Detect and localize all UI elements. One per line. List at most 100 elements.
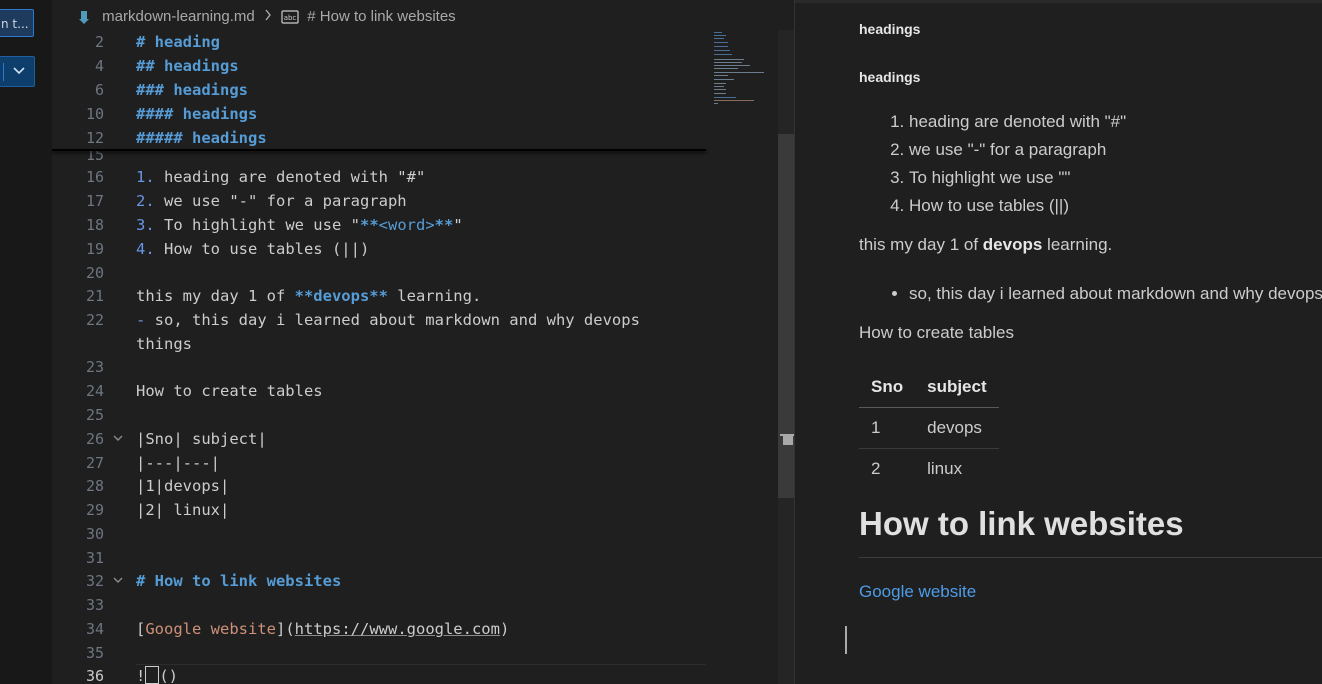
preview-link[interactable]: Google website [859,582,976,602]
list-item: so, this day i learned about markdown an… [909,281,1322,307]
code-line[interactable]: 28 |1|devops| [52,474,706,498]
chevron-down-icon [13,67,25,75]
line-number: 32 [85,572,104,590]
code-line[interactable]: 22 - so, this day i learned about markdow… [52,308,706,332]
line-number: 26 [85,430,104,448]
quote-char: " [453,216,463,234]
code-text: |Sno| subject| [136,430,267,448]
sticky-scroll-header: 2 # heading 4 ## headings 6 ### headings 10… [52,30,706,150]
plain-text: learning. [387,287,482,305]
code-line[interactable]: 35 [52,641,706,665]
code-text: - so, this day i learned about markdown … [136,308,640,332]
preview-heading-6: headings [859,69,921,85]
breadcrumb-symbol[interactable]: # How to link websites [307,8,455,25]
line-number: 6 [94,81,104,99]
link-url[interactable]: https://www.google.com [295,620,500,638]
code-line[interactable]: 18 3. To highlight we use "**<word>**" [52,213,706,237]
breadcrumb-file[interactable]: markdown-learning.md [102,8,255,25]
fold-chevron-icon[interactable] [112,427,126,451]
bracket: [ [136,620,146,638]
code-line-active[interactable]: 36! () [52,664,706,684]
code-line[interactable]: 25 [52,403,706,427]
line-number: 25 [85,406,104,424]
code-line[interactable]: 23 [52,355,706,379]
table-cell: 1 [859,407,916,449]
search-input[interactable]: n t... [0,9,34,37]
string-symbol-icon: abc [281,10,299,24]
table-header: Sno [859,367,916,408]
line-number: 30 [85,525,104,543]
code-line[interactable]: 24 How to create tables [52,379,706,403]
bold-marker: ** [359,216,379,234]
code-line[interactable]: 32 # How to link websites [52,569,706,593]
list-number: 2. [136,192,155,210]
image-marker: ! [136,667,146,684]
preview-ordered-list: heading are denoted with "#" we use "-" … [859,108,1126,220]
heading-underline [859,557,1322,558]
paragraph-text: this my day 1 of [859,235,983,254]
line-number: 28 [85,477,104,495]
list-item: we use "-" for a paragraph [909,136,1126,164]
code-line[interactable]: 34 [Google website](https://www.google.co… [52,617,706,641]
line-number: 10 [85,105,104,123]
fold-chevron-icon[interactable] [112,569,126,593]
code-line[interactable]: 19 4. How to use tables (||) [52,237,706,261]
line-number: 22 [85,311,104,329]
code-text: 4. How to use tables (||) [136,237,369,261]
divider [3,63,4,81]
line-number: 18 [85,216,104,234]
sticky-line[interactable]: 12 ##### headings [52,126,706,150]
preview-paragraph: How to create tables [859,323,1014,342]
list-text: To highlight we use " [154,216,360,234]
table-cell: linux [927,459,963,478]
preview-top-bar [795,0,1322,3]
editor-pane[interactable]: 2 # heading 4 ## headings 6 ### headings 10… [52,0,794,684]
code-line[interactable]: 17 2. we use "-" for a paragraph [52,189,706,213]
preview-bullet-list: so, this day i learned about markdown an… [859,281,1322,307]
code-line[interactable]: 21 this my day 1 of **devops** learning. [52,284,706,308]
list-text: How to use tables (||) [154,240,370,258]
bracket: ) [499,620,510,638]
plain-text: so, this day i learned about markdown an… [154,311,640,329]
code-line[interactable]: 31 [52,546,706,570]
bold-text: **devops** [294,287,388,305]
code-line[interactable]: 26 |Sno| subject| [52,427,706,451]
code-line[interactable]: 33 [52,593,706,617]
code-line[interactable]: 30 [52,522,706,546]
line-number: 4 [94,57,104,75]
sticky-line[interactable]: 6 ### headings [52,78,706,102]
code-line[interactable]: 20 [52,261,706,285]
line-number: 31 [85,549,104,567]
line-number: 17 [85,192,104,210]
expand-dropdown-button[interactable] [0,56,35,87]
text-cursor [145,666,160,684]
bracket: () [159,667,179,684]
code-line[interactable]: 29 |2| linux| [52,498,706,522]
table-cell: devops [915,407,999,449]
line-number: 34 [85,620,104,638]
line-number: 20 [85,264,104,282]
line-number: 33 [85,596,104,614]
code-area[interactable]: 2 # heading 4 ## headings 6 ### headings 10… [52,0,778,684]
code-text[interactable]: ! () [136,664,178,684]
line-number: 12 [85,129,104,147]
list-item: heading are denoted with "#" [909,108,1126,136]
markdown-preview-pane[interactable]: headings headings heading are denoted wi… [795,0,1322,684]
line-number: 35 [85,644,104,662]
code-text: 2. we use "-" for a paragraph [136,189,407,213]
list-text: we use "-" for a paragraph [154,192,407,210]
minimap[interactable] [710,30,772,110]
code-text: ## headings [136,57,239,75]
code-line[interactable]: 27 |---|---| [52,451,706,475]
list-number: 3. [136,216,155,234]
sticky-line[interactable]: 10 #### headings [52,102,706,126]
code-line[interactable]: 16 1. heading are denoted with "#" [52,165,706,189]
line-number: 16 [85,168,104,186]
left-side-panel: n t... [0,0,52,684]
preview-table: Sno subject 1 devops 2 linux [859,367,999,489]
sticky-line[interactable]: 4 ## headings [52,54,706,78]
code-text: this my day 1 of **devops** learning. [136,284,481,308]
code-text: 3. To highlight we use "**<word>**" [136,213,463,237]
preview-cursor [845,626,847,654]
code-line-wrap[interactable]: things [52,332,706,356]
